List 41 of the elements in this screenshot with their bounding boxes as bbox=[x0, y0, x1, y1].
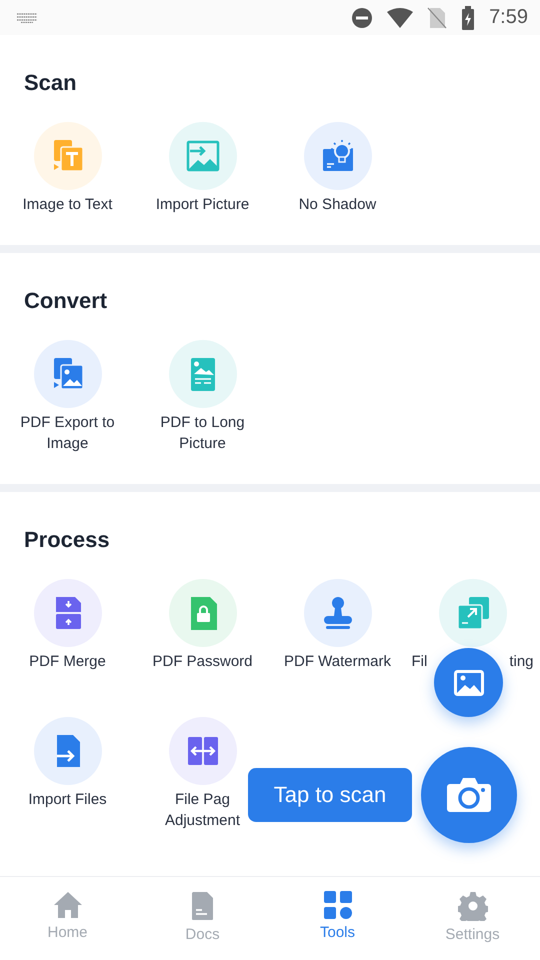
tool-label: Picture bbox=[179, 434, 226, 454]
tool-label: Import Files bbox=[28, 790, 107, 810]
tool-label: Import Picture bbox=[156, 195, 250, 215]
tooltip: Tap to scan bbox=[248, 768, 412, 822]
tool-label: Image to Text bbox=[22, 195, 112, 215]
grid-icon[interactable] bbox=[324, 891, 352, 919]
status-time: 7:59 bbox=[489, 6, 528, 29]
no-sim-icon bbox=[427, 6, 448, 28]
convert-icon bbox=[456, 596, 490, 630]
do-not-disturb-icon bbox=[351, 6, 374, 28]
section-title: Convert bbox=[24, 288, 108, 314]
document-icon[interactable] bbox=[190, 891, 214, 921]
keyboard-icon bbox=[16, 12, 38, 22]
tool-label: Fil bbox=[411, 652, 428, 672]
tool-label: PDF to Long bbox=[160, 413, 245, 433]
section-title: Process bbox=[24, 527, 111, 553]
tool-label: Image bbox=[46, 434, 88, 454]
tool-label: PDF Watermark bbox=[284, 652, 391, 672]
image-icon bbox=[454, 670, 484, 696]
battery-charging-icon bbox=[461, 6, 476, 30]
tool-label: PDF Export to bbox=[20, 413, 115, 433]
camera-icon bbox=[446, 776, 492, 814]
tool-label: File Pag bbox=[174, 790, 230, 810]
settings-icon[interactable] bbox=[458, 891, 488, 921]
tool-label: ting bbox=[509, 652, 534, 672]
tool-label: PDF Password bbox=[152, 652, 253, 672]
tool-label: PDF Merge bbox=[29, 652, 106, 672]
wifi-icon bbox=[387, 8, 414, 28]
tool-label: No Shadow bbox=[298, 195, 376, 215]
section-title: Scan bbox=[24, 70, 78, 96]
page-adjust-icon bbox=[186, 734, 220, 768]
camera-button[interactable] bbox=[421, 747, 517, 843]
gallery-button[interactable] bbox=[434, 648, 503, 717]
tool-label: Adjustment bbox=[164, 811, 240, 831]
lightbulb-icon bbox=[320, 139, 354, 173]
image-import-icon bbox=[186, 139, 220, 173]
nav-tab[interactable]: Tools bbox=[270, 877, 405, 960]
home-icon[interactable] bbox=[52, 891, 82, 919]
nav-tab[interactable]: Docs bbox=[135, 877, 270, 960]
nav-tab[interactable]: Home bbox=[0, 877, 135, 960]
nav-tab[interactable]: Settings bbox=[405, 877, 540, 960]
